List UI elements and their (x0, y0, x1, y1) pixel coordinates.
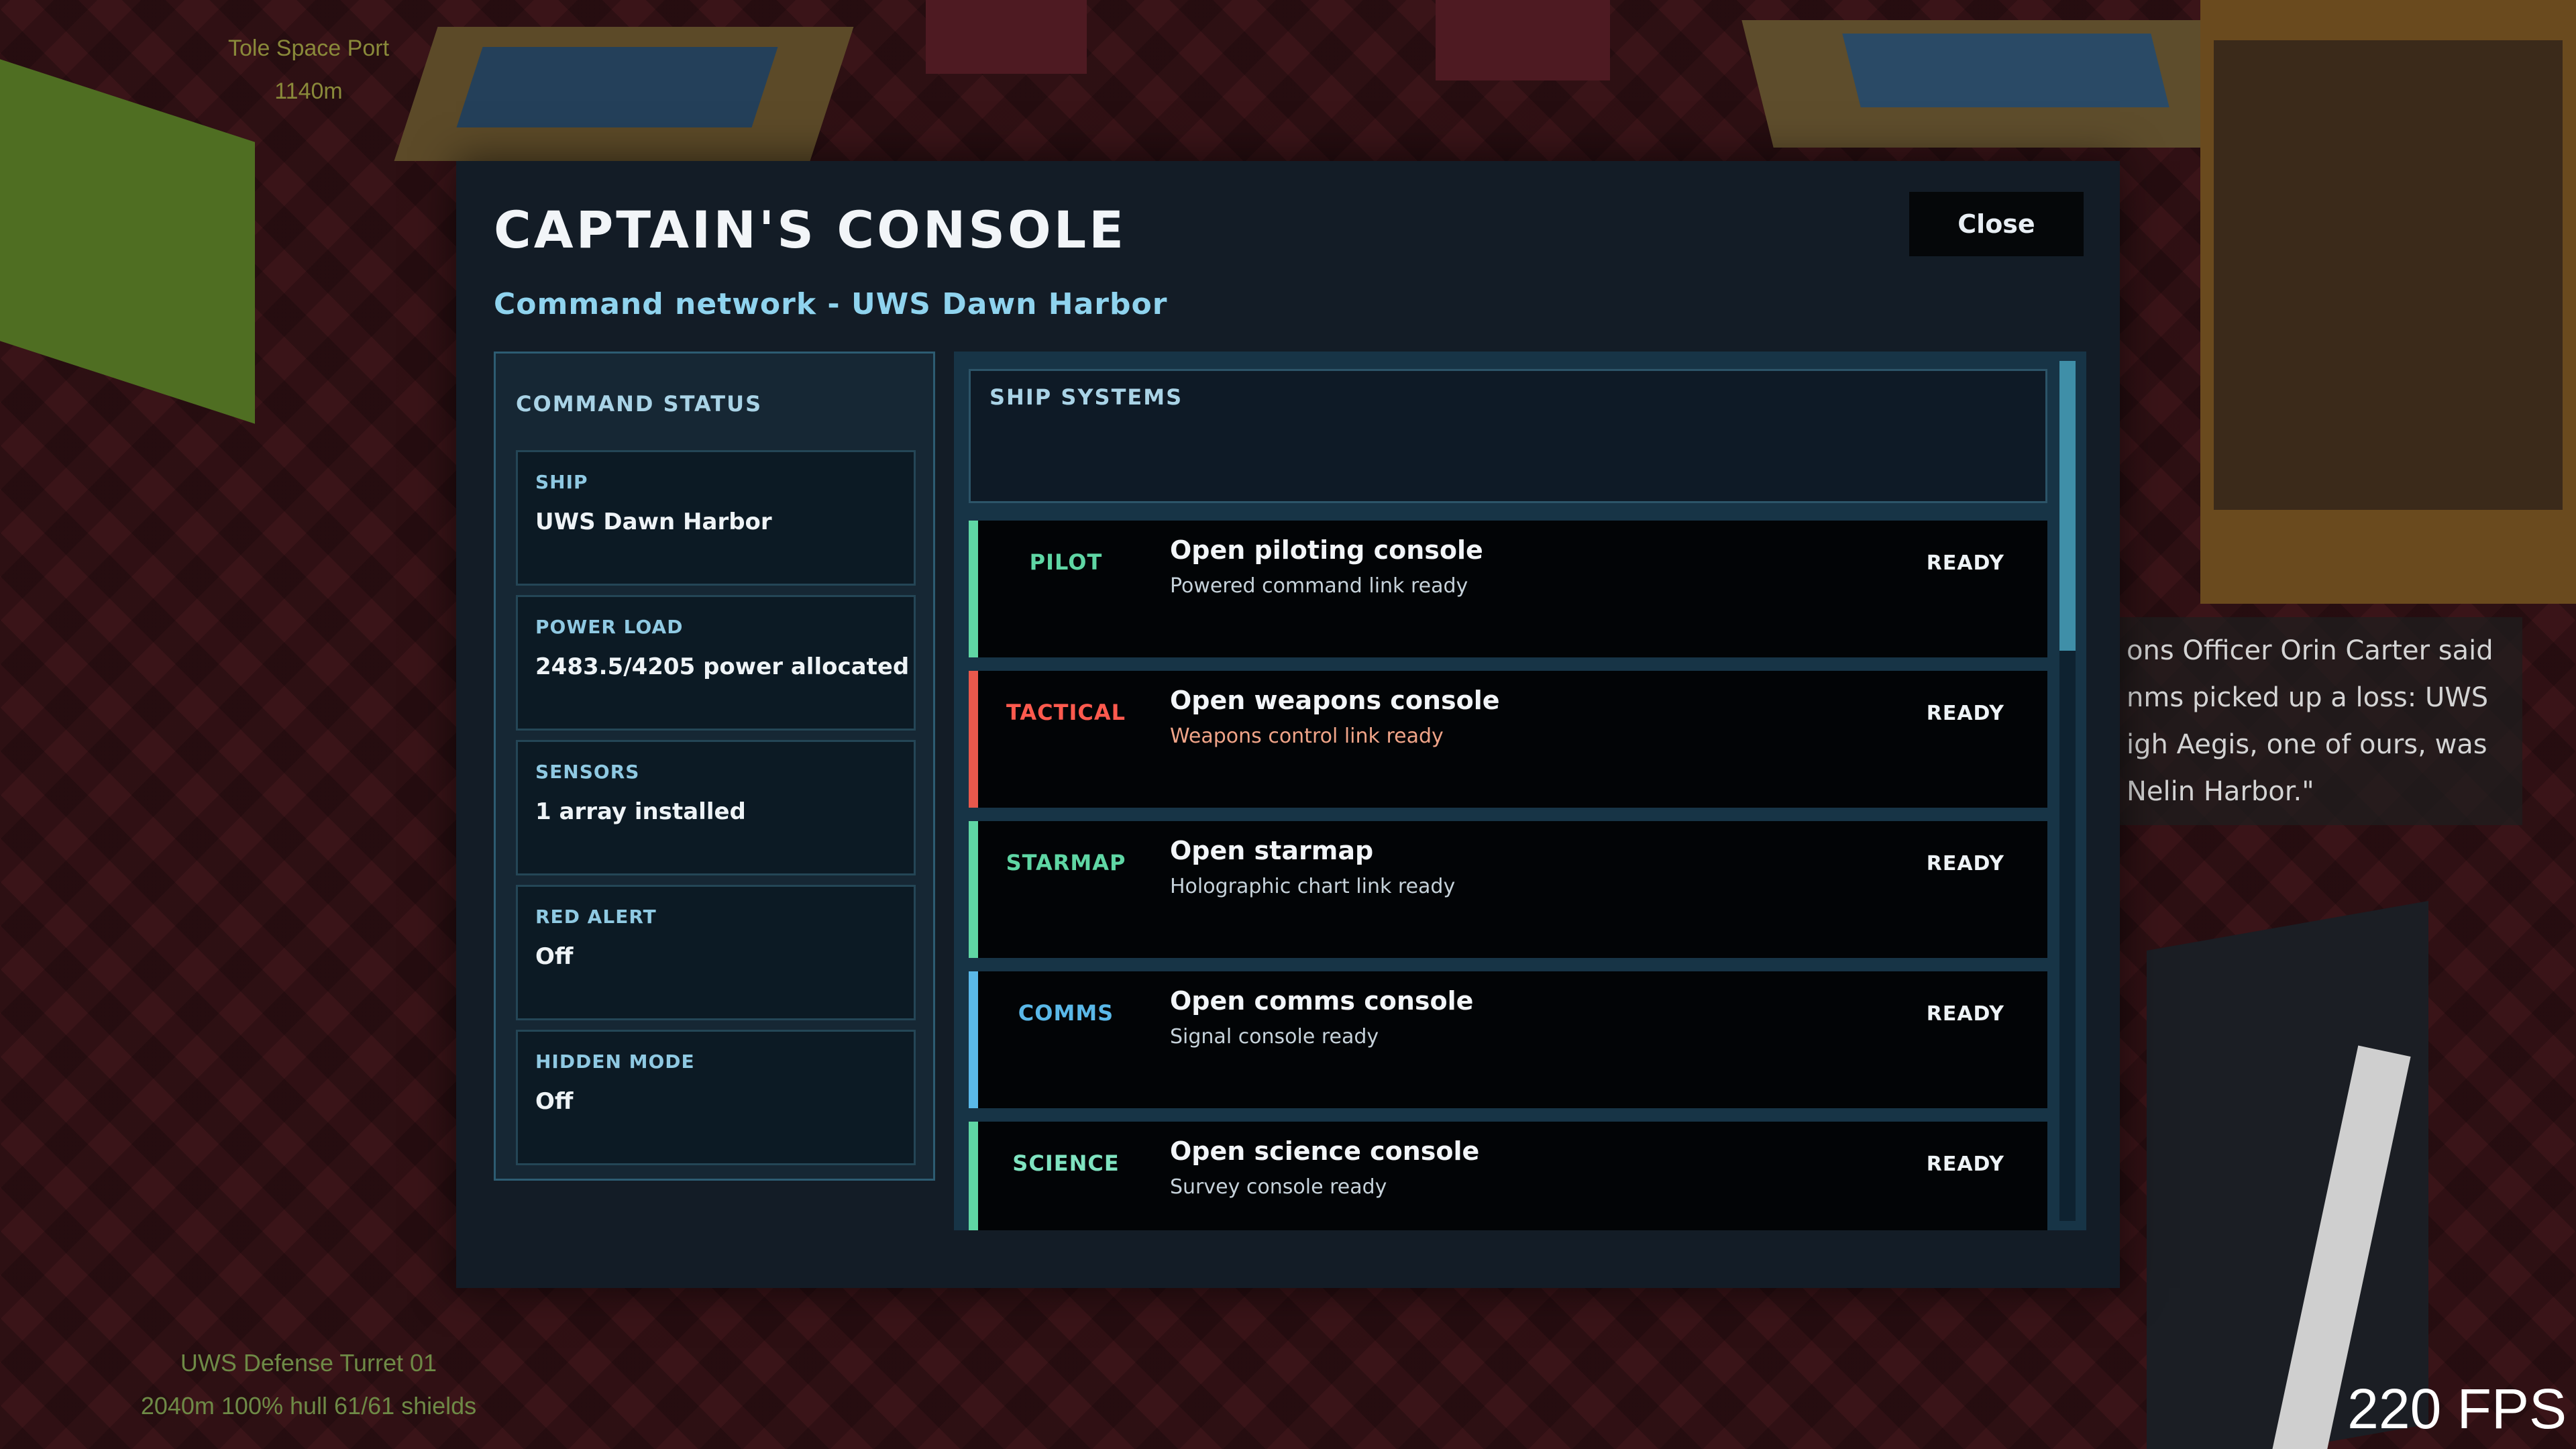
waypoint-marker-bottom: UWS Defense Turret 01 2040m 100% hull 61… (87, 1342, 530, 1428)
system-description: Signal console ready (1170, 1025, 1379, 1049)
system-description: Holographic chart link ready (1170, 875, 1456, 898)
system-tag: PILOT (1029, 549, 1103, 575)
status-value: 2483.5/4205 power allocated (535, 653, 910, 680)
turret-name: UWS Defense Turret 01 (180, 1349, 437, 1377)
status-value: Off (535, 1088, 574, 1115)
status-card-red-alert: RED ALERT Off (516, 885, 916, 1020)
dialogue-text: ons Officer Orin Carter said nms picked … (2127, 635, 2493, 807)
system-tag: TACTICAL (1006, 700, 1126, 725)
system-description: Weapons control link ready (1170, 724, 1444, 748)
status-card-ship: SHIP UWS Dawn Harbor (516, 450, 916, 586)
system-row-science[interactable]: SCIENCE Open science console Survey cons… (969, 1122, 2047, 1230)
system-tag: STARMAP (1006, 850, 1126, 875)
system-title: Open weapons console (1170, 686, 1500, 715)
system-row-starmap[interactable]: STARMAP Open starmap Holographic chart l… (969, 821, 2047, 958)
status-label: POWER LOAD (535, 616, 684, 638)
waypoint-name: Tole Space Port (227, 36, 390, 61)
system-tag: COMMS (1018, 1000, 1114, 1026)
game-scene: Tole Space Port 1140m ons Officer Orin C… (0, 0, 2576, 1449)
system-row-pilot[interactable]: PILOT Open piloting console Powered comm… (969, 521, 2047, 657)
system-status: READY (1926, 852, 2004, 875)
system-title: Open comms console (1170, 986, 1474, 1016)
waypoint-marker-top: Tole Space Port 1140m (168, 27, 449, 113)
status-label: RED ALERT (535, 906, 657, 928)
turret-stats: 2040m 100% hull 61/61 shields (140, 1392, 477, 1419)
systems-scrollbar-thumb[interactable] (2059, 361, 2076, 651)
status-value: Off (535, 943, 574, 970)
system-row-comms[interactable]: COMMS Open comms console Signal console … (969, 971, 2047, 1108)
system-tag: SCIENCE (1012, 1150, 1120, 1176)
row-accent (969, 521, 978, 657)
console-block (2147, 900, 2428, 1449)
system-status: READY (1926, 551, 2004, 575)
system-title: Open science console (1170, 1136, 1480, 1166)
system-description: Powered command link ready (1170, 574, 1468, 598)
system-title: Open piloting console (1170, 535, 1483, 565)
command-status-panel: COMMAND STATUS SHIP UWS Dawn Harbor POWE… (494, 352, 935, 1181)
status-card-hidden-mode: HIDDEN MODE Off (516, 1030, 916, 1165)
system-row-tactical[interactable]: TACTICAL Open weapons console Weapons co… (969, 671, 2047, 808)
captains-console-modal: CAPTAIN'S CONSOLE Close Command network … (456, 161, 2120, 1288)
row-accent (969, 971, 978, 1108)
status-card-power-load: POWER LOAD 2483.5/4205 power allocated (516, 595, 916, 731)
system-status: READY (1926, 702, 2004, 725)
status-label: SENSORS (535, 761, 640, 783)
ship-systems-header: SHIP SYSTEMS (969, 369, 2047, 503)
chair-left (926, 0, 1087, 74)
status-label: SHIP (535, 471, 588, 493)
status-label: HIDDEN MODE (535, 1051, 695, 1073)
ship-systems-panel[interactable]: SHIP SYSTEMS PILOT Open piloting console… (954, 352, 2086, 1230)
status-value: 1 array installed (535, 798, 746, 825)
waypoint-distance: 1140m (274, 78, 343, 104)
row-accent (969, 821, 978, 958)
close-button[interactable]: Close (1909, 192, 2084, 256)
command-status-heading: COMMAND STATUS (516, 391, 763, 417)
console-title: CAPTAIN'S CONSOLE (494, 200, 1127, 260)
green-floor-panel (0, 59, 255, 424)
crate-right-top (1842, 34, 2169, 107)
fps-counter: 220 FPS (2347, 1377, 2567, 1440)
system-status: READY (1926, 1002, 2004, 1026)
system-description: Survey console ready (1170, 1175, 1387, 1199)
crate-left-top (456, 47, 778, 127)
row-accent (969, 1122, 978, 1230)
system-status: READY (1926, 1152, 2004, 1176)
wall-right-shadow (2214, 40, 2563, 510)
console-subtitle: Command network - UWS Dawn Harbor (494, 287, 1168, 321)
status-card-sensors: SENSORS 1 array installed (516, 740, 916, 875)
status-value: UWS Dawn Harbor (535, 508, 772, 535)
ship-systems-heading: SHIP SYSTEMS (989, 384, 1183, 410)
system-title: Open starmap (1170, 836, 1374, 865)
chair-right (1436, 0, 1610, 80)
row-accent (969, 671, 978, 808)
